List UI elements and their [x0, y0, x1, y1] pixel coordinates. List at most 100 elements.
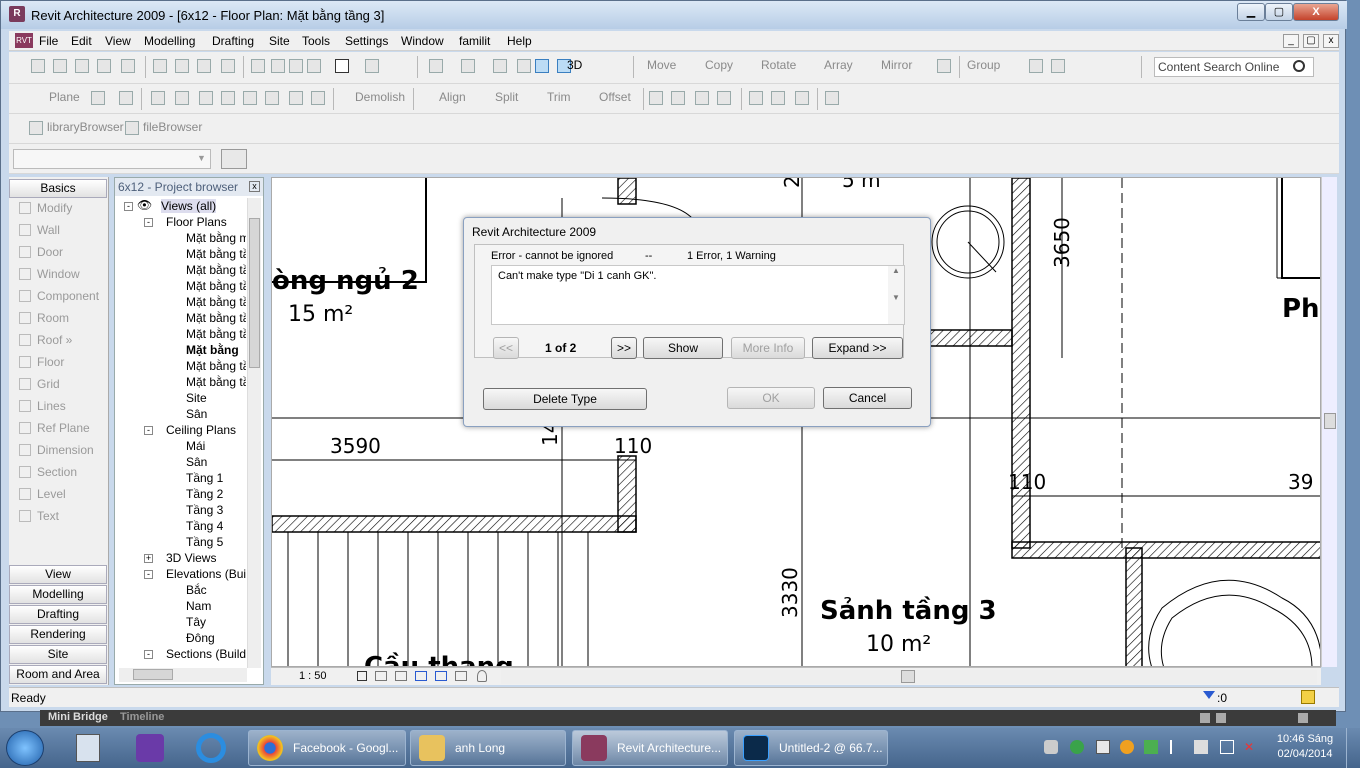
tool-modify[interactable]: Modify [19, 201, 72, 215]
volume-muted-icon[interactable]: ✕ [1244, 740, 1258, 754]
tool-grid[interactable]: Grid [19, 377, 60, 391]
tree-item[interactable]: Mái [186, 439, 205, 453]
shadows-icon[interactable] [395, 671, 407, 681]
tool-roof[interactable]: Roof » [19, 333, 72, 347]
collapse-icon[interactable]: - [144, 218, 153, 227]
rotate-button[interactable]: Rotate [761, 58, 796, 72]
help-pointer-icon[interactable] [365, 59, 379, 73]
cut-geometry-icon[interactable] [289, 91, 303, 105]
search-icon[interactable] [1293, 60, 1305, 72]
scrollbar-thumb[interactable] [901, 670, 915, 683]
group-button[interactable]: Group [967, 58, 1000, 72]
tree-item[interactable]: Tầng 4 [186, 519, 223, 533]
paste-level-icon[interactable] [695, 91, 709, 105]
redo-icon[interactable] [289, 59, 303, 73]
menu-site[interactable]: Site [269, 34, 290, 48]
match-icon[interactable] [175, 91, 189, 105]
scrollbar-vertical[interactable] [247, 198, 261, 668]
type-properties-icon[interactable] [221, 149, 247, 169]
view-cube-icon[interactable] [535, 59, 549, 73]
tree-item[interactable]: Mặt bằng tầng [186, 327, 246, 341]
tool-door[interactable]: Door [19, 245, 63, 259]
tab-rendering[interactable]: Rendering [9, 625, 107, 644]
type-selector-dropdown[interactable] [13, 149, 211, 169]
tree-item[interactable]: Sân [186, 455, 207, 469]
tool-section[interactable]: Section [19, 465, 77, 479]
file-browser-icon[interactable] [125, 121, 139, 135]
clock[interactable]: 10:46 Sáng 02/04/2014 [1272, 732, 1338, 762]
move-button[interactable]: Move [647, 58, 676, 72]
tree-item[interactable]: Mặt bằng tầng [186, 359, 246, 373]
canvas-scrollbar-vertical[interactable] [1321, 177, 1337, 667]
tree-item[interactable]: Tầng 2 [186, 487, 223, 501]
menu-file[interactable]: File [39, 34, 58, 48]
tree-3d-views[interactable]: 3D Views [166, 551, 216, 565]
paste-view-icon[interactable] [717, 91, 731, 105]
demolish-button[interactable]: Demolish [355, 90, 405, 104]
menu-drafting[interactable]: Drafting [212, 34, 254, 48]
app-menu-icon[interactable]: RVT [15, 33, 33, 48]
tool-window[interactable]: Window [19, 267, 80, 281]
menu-settings[interactable]: Settings [345, 34, 388, 48]
tree-item[interactable]: Mặt bằng tầng [186, 295, 246, 309]
menu-edit[interactable]: Edit [71, 34, 92, 48]
undo-icon[interactable] [251, 59, 265, 73]
tool-lines[interactable]: Lines [19, 399, 66, 413]
tab-drafting[interactable]: Drafting [9, 605, 107, 624]
tree-item[interactable]: Bắc [186, 583, 207, 597]
trim-button[interactable]: Trim [547, 90, 571, 104]
tree-sections[interactable]: Sections (Building [166, 647, 246, 661]
copy-icon[interactable] [175, 59, 189, 73]
menu-tools[interactable]: Tools [302, 34, 330, 48]
tree-item[interactable]: Tầng 3 [186, 503, 223, 517]
panel-icon[interactable] [1216, 713, 1226, 723]
tray-app-icon[interactable] [1144, 740, 1158, 754]
mini-bridge-tab[interactable]: Mini Bridge [48, 711, 108, 723]
undo-dropdown-icon[interactable] [271, 59, 285, 73]
tab-view[interactable]: View [9, 565, 107, 584]
start-button[interactable] [6, 730, 44, 766]
tool-wall[interactable]: Wall [19, 223, 60, 237]
reveal-icon[interactable] [795, 91, 809, 105]
align-button[interactable]: Align [439, 90, 466, 104]
network-app-icon[interactable] [1044, 740, 1058, 754]
tree-item[interactable]: Sân [186, 407, 207, 421]
doc-close-button[interactable]: x [1323, 34, 1339, 48]
tree-item[interactable]: Tầng 1 [186, 471, 223, 485]
tree-item-active[interactable]: Mặt bằng [186, 343, 246, 357]
delete-type-button[interactable]: Delete Type [483, 388, 647, 410]
menu-window[interactable]: Window [401, 34, 444, 48]
3d-view-button[interactable]: 3D [567, 58, 582, 72]
tree-item[interactable]: Site [186, 391, 207, 405]
scrollbar-horizontal[interactable] [501, 670, 1317, 684]
isolate-icon[interactable] [771, 91, 785, 105]
open-icon[interactable] [53, 59, 67, 73]
show-button[interactable]: Show [643, 337, 723, 359]
network-icon[interactable] [1220, 740, 1234, 754]
array-button[interactable]: Array [824, 58, 853, 72]
panel-icon[interactable] [1298, 713, 1308, 723]
menu-familit[interactable]: familit [459, 34, 490, 48]
tray-app-icon[interactable] [1096, 740, 1110, 754]
paste-aligned-icon[interactable] [671, 91, 685, 105]
expand-icon[interactable]: + [144, 554, 153, 563]
tool-floor[interactable]: Floor [19, 355, 64, 369]
error-message-box[interactable]: Can't make type "Di 1 canh GK". ▲ ▼ [491, 265, 905, 325]
scrollbar-horizontal[interactable] [119, 668, 247, 682]
more-info-button[interactable]: More Info [731, 337, 805, 359]
sync-icon[interactable] [97, 59, 111, 73]
thin-lines-icon[interactable] [493, 59, 507, 73]
close-button[interactable]: X [1293, 3, 1339, 21]
pin-icon[interactable] [1029, 59, 1043, 73]
tab-site[interactable]: Site [9, 645, 107, 664]
title-bar[interactable]: R Revit Architecture 2009 - [6x12 - Floo… [1, 1, 1347, 29]
paint-icon[interactable] [199, 91, 213, 105]
print-icon[interactable] [121, 59, 135, 73]
ok-button[interactable]: OK [727, 387, 815, 409]
expand-button[interactable]: Expand >> [812, 337, 903, 359]
tray-app-icon[interactable] [1194, 740, 1208, 754]
tree-item[interactable]: Nam [186, 599, 211, 613]
show-desktop-button[interactable] [1346, 728, 1360, 768]
tool-room[interactable]: Room [19, 311, 69, 325]
cancel-button[interactable]: Cancel [823, 387, 912, 409]
